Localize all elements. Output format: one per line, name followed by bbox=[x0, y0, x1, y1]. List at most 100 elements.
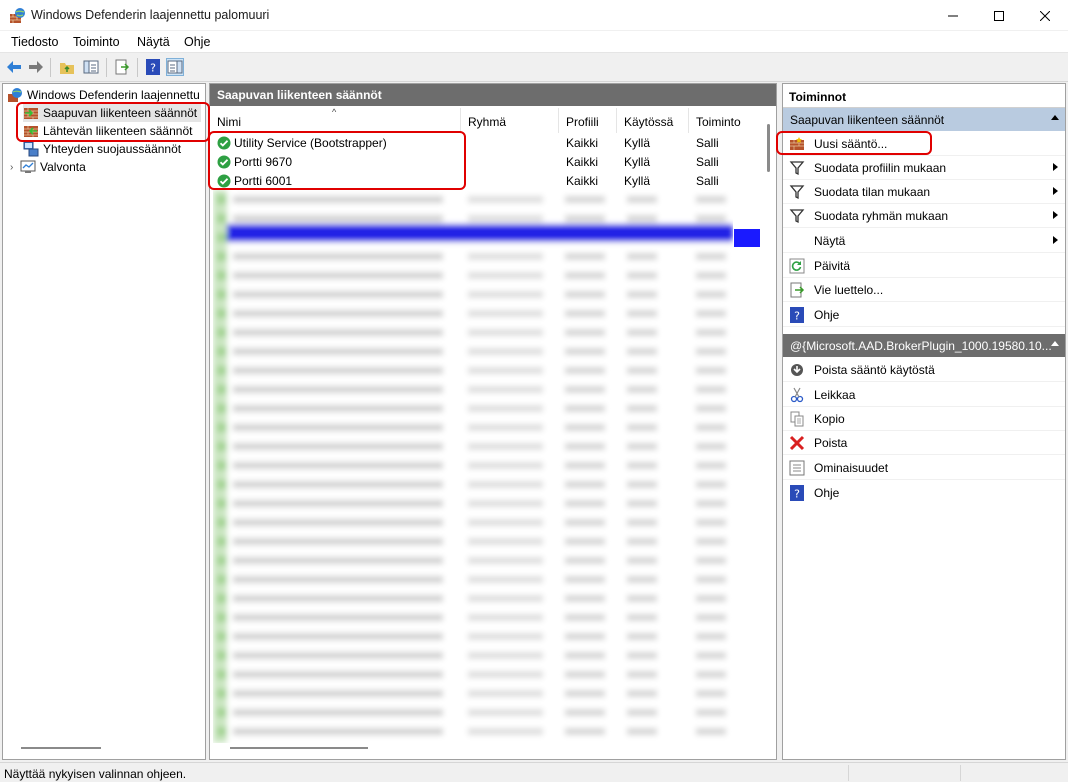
actions-section-selected-rule[interactable]: @{Microsoft.AAD.BrokerPlugin_1000.19580.… bbox=[783, 334, 1065, 357]
submenu-arrow-icon bbox=[1053, 211, 1058, 219]
rules-pane-header: Saapuvan liikenteen säännöt bbox=[210, 84, 776, 106]
up-folder-button[interactable] bbox=[58, 58, 76, 76]
action-delete[interactable]: Poista bbox=[783, 431, 1065, 455]
enabled-check-icon bbox=[217, 155, 231, 169]
column-header-group[interactable]: Ryhmä bbox=[461, 108, 559, 133]
table-row[interactable]: Utility Service (Bootstrapper) Kaikki Ky… bbox=[210, 134, 766, 153]
menu-view[interactable]: Näytä bbox=[137, 35, 170, 49]
svg-text:?: ? bbox=[794, 488, 800, 501]
action-label: Ohje bbox=[814, 486, 840, 500]
copy-icon bbox=[790, 411, 804, 427]
action-properties[interactable]: Ominaisuudet bbox=[783, 456, 1065, 480]
filter-icon bbox=[789, 161, 805, 176]
minimize-button[interactable] bbox=[930, 0, 976, 31]
action-copy[interactable]: Kopio bbox=[783, 407, 1065, 431]
tree-item-inbound-rules[interactable]: Saapuvan liikenteen säännöt bbox=[23, 104, 201, 122]
tree-item-outbound-rules[interactable]: Lähtevän liikenteen säännöt bbox=[23, 122, 192, 140]
table-row[interactable]: Portti 6001 Kaikki Kyllä Salli bbox=[210, 172, 766, 191]
collapse-caret-icon bbox=[1051, 115, 1059, 120]
back-button[interactable] bbox=[5, 58, 23, 76]
column-header-name[interactable]: Nimi bbox=[210, 108, 461, 133]
column-header-enabled[interactable]: Käytössä bbox=[617, 108, 689, 133]
tree-root-label: Windows Defenderin laajennettu bbox=[27, 88, 200, 102]
export-icon bbox=[790, 282, 805, 298]
close-button[interactable] bbox=[1022, 0, 1068, 31]
enabled-check-icon bbox=[217, 174, 231, 188]
firewall-app-icon bbox=[10, 8, 25, 23]
tree-root[interactable]: Windows Defenderin laajennettu bbox=[7, 86, 200, 104]
action-help[interactable]: ? Ohje bbox=[783, 303, 1065, 327]
forward-button[interactable] bbox=[27, 58, 45, 76]
rule-profile: Kaikki bbox=[566, 174, 599, 188]
rules-horizontal-scrollbar[interactable] bbox=[230, 747, 368, 749]
monitoring-icon bbox=[20, 160, 36, 173]
toolbar-separator bbox=[50, 58, 51, 77]
forward-arrow-icon bbox=[29, 61, 43, 73]
expand-chevron-icon[interactable]: › bbox=[10, 162, 20, 173]
action-filter-by-profile[interactable]: Suodata profiilin mukaan bbox=[783, 156, 1065, 180]
submenu-arrow-icon bbox=[1053, 187, 1058, 195]
actions-section-label: Saapuvan liikenteen säännöt bbox=[790, 113, 945, 127]
action-disable-rule[interactable]: Poista sääntö käytöstä bbox=[783, 358, 1065, 382]
collapse-caret-icon bbox=[1051, 341, 1059, 346]
tree-item-label: Valvonta bbox=[40, 160, 86, 174]
minimize-icon bbox=[948, 15, 958, 16]
actions-section-label: @{Microsoft.AAD.BrokerPlugin_1000.19580.… bbox=[790, 339, 1052, 353]
action-cut[interactable]: Leikkaa bbox=[783, 383, 1065, 407]
actions-section-inbound[interactable]: Saapuvan liikenteen säännöt bbox=[783, 108, 1065, 131]
show-hide-action-pane-button[interactable] bbox=[166, 58, 184, 76]
rule-action: Salli bbox=[696, 155, 719, 169]
action-label: Ohje bbox=[814, 308, 840, 322]
export-list-button[interactable] bbox=[113, 58, 131, 76]
show-hide-console-tree-button[interactable] bbox=[82, 58, 100, 76]
rule-action: Salli bbox=[696, 174, 719, 188]
tree-item-label: Saapuvan liikenteen säännöt bbox=[43, 106, 198, 120]
action-label: Vie luettelo... bbox=[814, 283, 884, 297]
action-view[interactable]: Näytä bbox=[783, 229, 1065, 253]
action-filter-by-group[interactable]: Suodata ryhmän mukaan bbox=[783, 204, 1065, 228]
selection-highlight-bar bbox=[734, 229, 760, 247]
svg-text:?: ? bbox=[150, 62, 156, 75]
tree-item-monitoring[interactable]: › Valvonta bbox=[10, 158, 86, 176]
menu-file[interactable]: Tiedosto bbox=[11, 35, 58, 49]
tree-item-connection-security[interactable]: Yhteyden suojaussäännöt bbox=[23, 140, 181, 158]
rule-name: Utility Service (Bootstrapper) bbox=[234, 136, 387, 150]
tree-horizontal-scrollbar[interactable] bbox=[21, 747, 101, 749]
console-tree-icon bbox=[83, 60, 99, 74]
column-header-action[interactable]: Toiminto bbox=[689, 108, 766, 133]
filter-icon bbox=[789, 185, 805, 200]
action-help-rule[interactable]: ? Ohje bbox=[783, 481, 1065, 505]
rule-profile: Kaikki bbox=[566, 155, 599, 169]
enabled-check-icon bbox=[217, 136, 231, 150]
rule-enabled: Kyllä bbox=[624, 136, 651, 150]
menu-action[interactable]: Toiminto bbox=[73, 35, 120, 49]
maximize-icon bbox=[994, 10, 1004, 21]
filter-icon bbox=[789, 209, 805, 224]
action-label: Leikkaa bbox=[814, 388, 856, 402]
help-icon: ? bbox=[790, 485, 804, 501]
action-filter-by-state[interactable]: Suodata tilan mukaan bbox=[783, 180, 1065, 204]
actions-pane: Toiminnot Saapuvan liikenteen säännöt Uu… bbox=[782, 83, 1066, 760]
maximize-button[interactable] bbox=[976, 0, 1022, 31]
menu-bar: Tiedosto Toiminto Näytä Ohje bbox=[0, 31, 1068, 53]
action-new-rule[interactable]: Uusi sääntö... bbox=[783, 132, 1065, 156]
help-button[interactable]: ? bbox=[144, 58, 162, 76]
actions-pane-title: Toiminnot bbox=[783, 84, 1065, 108]
cut-icon bbox=[790, 387, 804, 403]
title-bar: Windows Defenderin laajennettu palomuuri bbox=[0, 0, 1068, 31]
rule-action: Salli bbox=[696, 136, 719, 150]
action-export-list[interactable]: Vie luettelo... bbox=[783, 278, 1065, 302]
action-label: Suodata profiilin mukaan bbox=[814, 161, 947, 175]
tree-item-label: Lähtevän liikenteen säännöt bbox=[43, 124, 193, 138]
action-refresh[interactable]: Päivitä bbox=[783, 254, 1065, 278]
action-pane-icon bbox=[167, 60, 183, 74]
table-row[interactable]: Portti 9670 Kaikki Kyllä Salli bbox=[210, 153, 766, 172]
blurred-rule-rows bbox=[213, 190, 733, 743]
action-label: Uusi sääntö... bbox=[814, 137, 888, 151]
action-label: Poista sääntö käytöstä bbox=[814, 363, 935, 377]
rules-vertical-scrollbar[interactable] bbox=[767, 124, 770, 172]
rule-name: Portti 6001 bbox=[234, 174, 293, 188]
column-header-profile[interactable]: Profiili bbox=[559, 108, 617, 133]
menu-help[interactable]: Ohje bbox=[184, 35, 210, 49]
toolbar-separator bbox=[137, 58, 138, 77]
